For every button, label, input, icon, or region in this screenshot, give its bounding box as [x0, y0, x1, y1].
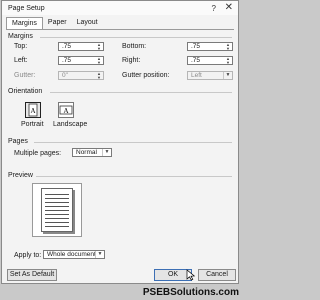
- right-margin-value[interactable]: .75: [191, 57, 200, 65]
- set-as-default-button[interactable]: Set As Default: [7, 269, 57, 281]
- gutter-value[interactable]: 0": [62, 72, 68, 80]
- top-margin-spinner[interactable]: .75 ▲ ▼: [58, 42, 104, 51]
- landscape-orientation-icon[interactable]: A: [58, 102, 74, 118]
- portrait-label[interactable]: Portrait: [21, 121, 44, 128]
- gutter-position-label: Gutter position:: [122, 72, 170, 79]
- bottom-margin-spinner[interactable]: .75 ▲ ▼: [187, 42, 233, 51]
- top-margin-value[interactable]: .75: [62, 43, 71, 51]
- help-icon[interactable]: ?: [212, 4, 216, 13]
- cancel-button[interactable]: Cancel: [198, 269, 236, 281]
- multiple-pages-select[interactable]: Normal ▼: [72, 148, 112, 157]
- pages-heading: Pages: [8, 138, 28, 145]
- portrait-orientation-icon[interactable]: A: [25, 102, 41, 118]
- title-bar: Page Setup ? ✕: [2, 1, 238, 15]
- preview-line: [45, 194, 69, 195]
- landscape-glyph-letter: A: [63, 107, 68, 115]
- multiple-pages-value[interactable]: Normal: [76, 149, 97, 157]
- margins-heading: Margins: [8, 33, 33, 40]
- bottom-margin-value[interactable]: .75: [191, 43, 200, 51]
- chevron-down-icon[interactable]: ▼: [102, 149, 111, 156]
- left-margin-label: Left:: [14, 57, 28, 64]
- portrait-glyph-letter: A: [30, 107, 35, 115]
- preview-line: [45, 202, 69, 203]
- spin-arrows-icon[interactable]: ▲ ▼: [225, 57, 231, 65]
- left-margin-spinner[interactable]: .75 ▲ ▼: [58, 56, 104, 65]
- mouse-pointer-icon: [186, 269, 196, 281]
- top-margin-label: Top:: [14, 43, 28, 50]
- tab-layout[interactable]: Layout: [72, 17, 103, 29]
- chevron-down-icon[interactable]: ▼: [95, 251, 104, 258]
- bottom-margin-label: Bottom:: [122, 43, 147, 50]
- gutter-spinner[interactable]: 0" ▲ ▼: [58, 71, 104, 80]
- gutter-position-value[interactable]: Left: [191, 72, 202, 80]
- preview-line: [45, 226, 69, 227]
- preview-line: [45, 214, 69, 215]
- gutter-position-select[interactable]: Left ▼: [187, 71, 233, 80]
- landscape-page-glyph: A: [59, 105, 73, 115]
- tab-divider: [6, 29, 234, 30]
- left-margin-value[interactable]: .75: [62, 57, 71, 65]
- apply-to-label: Apply to:: [14, 252, 42, 259]
- spin-arrows-icon[interactable]: ▲ ▼: [96, 72, 102, 80]
- page-thumbnail: [41, 188, 73, 232]
- apply-to-select[interactable]: Whole document ▼: [43, 250, 105, 259]
- margins-separator: [40, 37, 232, 38]
- spin-arrows-icon[interactable]: ▲ ▼: [225, 43, 231, 51]
- tab-strip: Margins Paper Layout: [6, 17, 103, 30]
- tab-paper[interactable]: Paper: [43, 17, 72, 29]
- preview-line: [45, 210, 69, 211]
- preview-line: [45, 206, 69, 207]
- right-margin-spinner[interactable]: .75 ▲ ▼: [187, 56, 233, 65]
- watermark-text: PSEBSolutions.com: [142, 287, 239, 298]
- preview-line: [45, 222, 69, 223]
- pages-separator: [34, 142, 232, 143]
- apply-to-value[interactable]: Whole document: [47, 251, 96, 259]
- orientation-heading: Orientation: [8, 88, 43, 95]
- close-icon[interactable]: ✕: [225, 2, 233, 13]
- preview-heading: Preview: [8, 172, 33, 179]
- multiple-pages-label: Multiple pages:: [14, 150, 62, 157]
- right-margin-label: Right:: [122, 57, 141, 64]
- preview-line: [45, 198, 69, 199]
- preview-line: [45, 218, 69, 219]
- page-setup-dialog: Page Setup ? ✕ Margins Paper Layout Marg…: [1, 0, 239, 284]
- chevron-down-icon[interactable]: ▼: [223, 72, 232, 79]
- spin-arrows-icon[interactable]: ▲ ▼: [96, 43, 102, 51]
- landscape-label[interactable]: Landscape: [53, 121, 87, 128]
- spin-arrows-icon[interactable]: ▲ ▼: [96, 57, 102, 65]
- preview-separator: [36, 176, 232, 177]
- gutter-label: Gutter:: [14, 72, 36, 79]
- page-preview: [32, 183, 82, 237]
- orientation-separator: [50, 92, 232, 93]
- dialog-title: Page Setup: [8, 5, 45, 12]
- portrait-page-glyph: A: [28, 103, 38, 117]
